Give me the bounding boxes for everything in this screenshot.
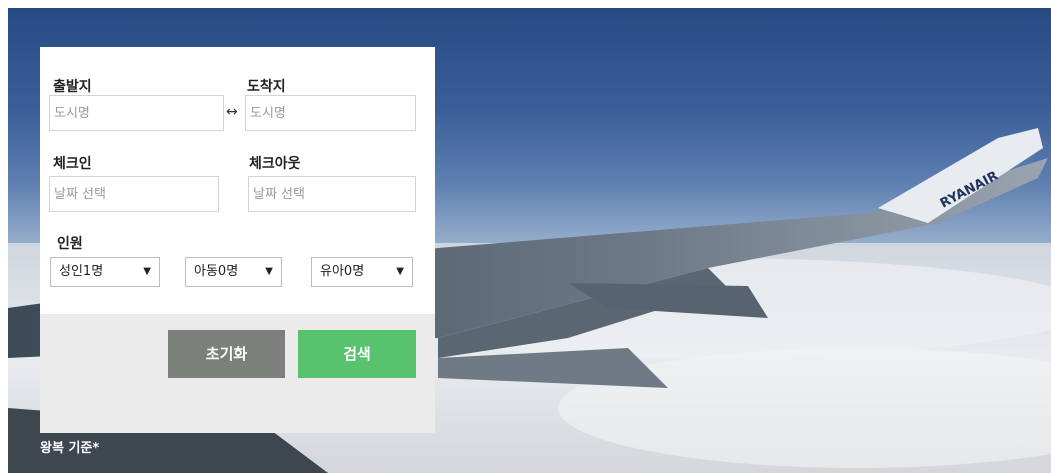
adults-value: 성인1명 (59, 264, 104, 279)
swap-arrow-icon[interactable]: ↔ (226, 104, 238, 120)
checkin-label: 체크인 (53, 156, 92, 172)
search-button[interactable]: 검색 (298, 330, 416, 378)
arrival-input[interactable] (245, 95, 416, 131)
round-trip-note: 왕복 기준* (40, 441, 100, 456)
infants-select[interactable]: 유아0명 ▼ (311, 257, 413, 287)
adults-select[interactable]: 성인1명 ▼ (50, 257, 160, 287)
chevron-down-icon: ▼ (265, 266, 273, 277)
chevron-down-icon: ▼ (143, 266, 151, 277)
chevron-down-icon: ▼ (396, 266, 404, 277)
checkout-label: 체크아웃 (249, 156, 301, 172)
infants-value: 유아0명 (320, 264, 365, 279)
search-form-panel: 출발지 도착지 ↔ 체크인 체크아웃 인원 성인1명 ▼ 아동0명 ▼ 유아0명… (40, 47, 435, 433)
arrival-label: 도착지 (247, 79, 286, 95)
checkin-date-input[interactable] (49, 176, 219, 212)
children-select[interactable]: 아동0명 ▼ (185, 257, 282, 287)
departure-input[interactable] (49, 95, 224, 131)
children-value: 아동0명 (194, 264, 239, 279)
departure-label: 출발지 (53, 79, 92, 95)
reset-button[interactable]: 초기화 (168, 330, 285, 378)
checkout-date-input[interactable] (248, 176, 416, 212)
people-label: 인원 (57, 236, 83, 252)
